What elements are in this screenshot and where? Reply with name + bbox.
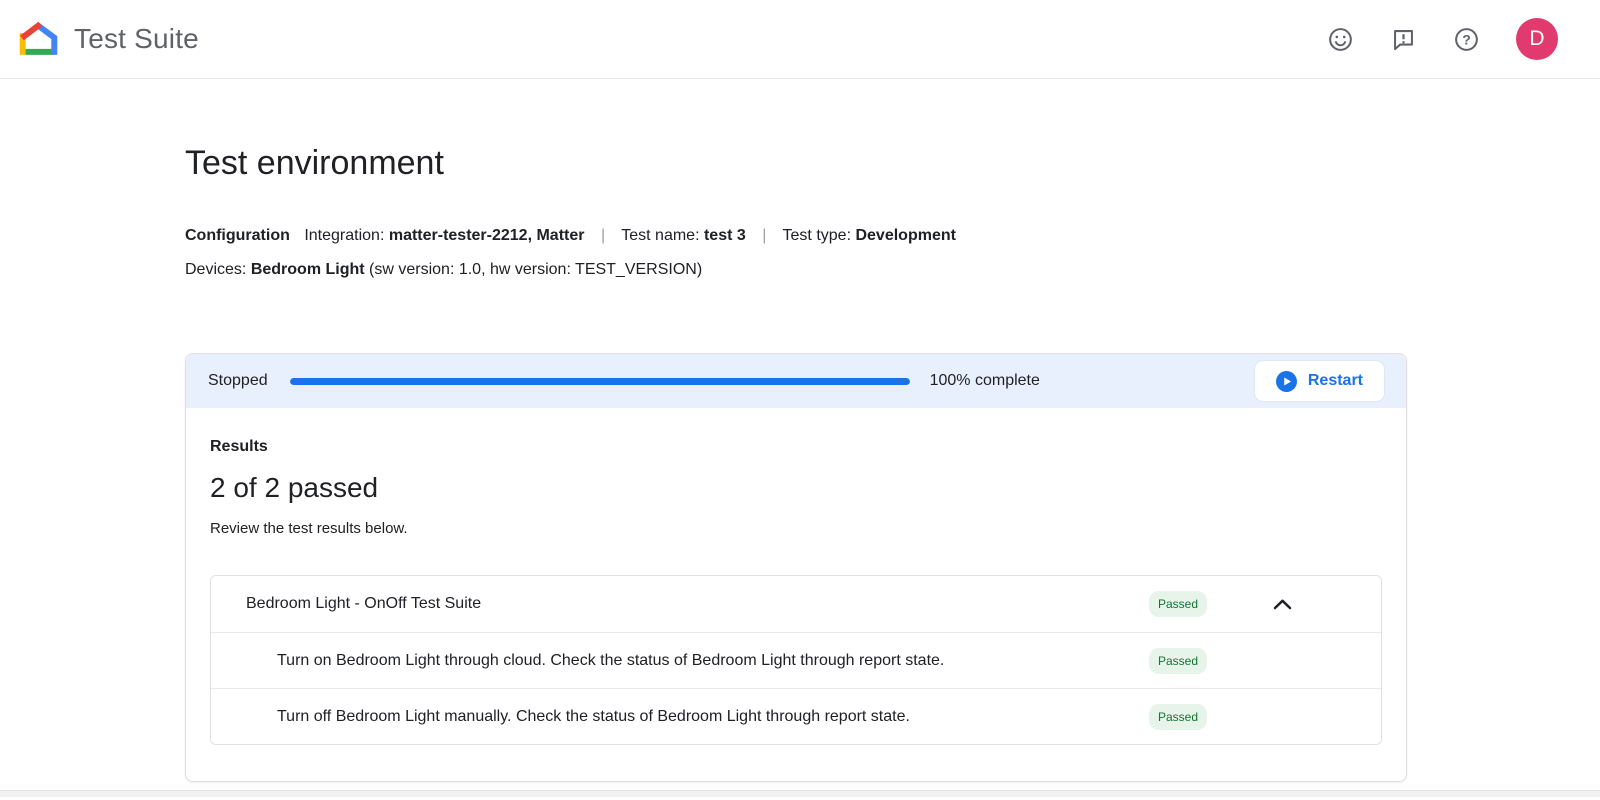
help-icon[interactable]: ? <box>1453 26 1480 53</box>
configuration-label: Configuration <box>185 227 290 244</box>
test-run-card: Stopped 100% complete Restart Results 2 … <box>185 353 1407 782</box>
avatar-initial: D <box>1529 27 1544 51</box>
test-result-row: Turn on Bedroom Light through cloud. Che… <box>211 632 1381 688</box>
brand: Test Suite <box>18 19 199 60</box>
horizontal-scrollbar[interactable] <box>0 790 1600 797</box>
collapse-chevron-up-icon[interactable] <box>1268 594 1297 615</box>
configuration-block: Configuration Integration: matter-tester… <box>185 219 1407 287</box>
integration-label: Integration: <box>304 227 384 244</box>
results-summary: 2 of 2 passed <box>210 472 1382 504</box>
configuration-line-1: Configuration Integration: matter-tester… <box>185 219 1407 253</box>
test-name-label: Test name: <box>621 227 699 244</box>
results-subtitle: Review the test results below. <box>210 520 1382 537</box>
page-title: Test environment <box>185 143 1407 183</box>
test-type-value: Development <box>855 227 955 244</box>
devices-label: Devices: <box>185 261 246 278</box>
header-actions: ? D <box>1327 18 1558 60</box>
separator: | <box>762 227 766 244</box>
restart-button-label: Restart <box>1308 372 1363 390</box>
progress-strip: Stopped 100% complete Restart <box>186 354 1406 408</box>
suite-name: Bedroom Light - OnOff Test Suite <box>235 595 1149 613</box>
results-heading: Results <box>210 438 1382 456</box>
test-result-row: Turn off Bedroom Light manually. Check t… <box>211 688 1381 744</box>
google-home-logo-icon <box>18 19 59 60</box>
test-name-value: test 3 <box>704 227 746 244</box>
send-feedback-icon[interactable] <box>1390 26 1417 53</box>
svg-text:?: ? <box>1462 31 1471 47</box>
suite-row[interactable]: Bedroom Light - OnOff Test Suite Passed <box>211 576 1381 632</box>
results-table: Bedroom Light - OnOff Test Suite Passed … <box>210 575 1382 745</box>
results-section: Results 2 of 2 passed Review the test re… <box>186 408 1406 781</box>
progress-bar <box>290 378 910 385</box>
progress-bar-fill <box>290 378 910 385</box>
configuration-line-2: Devices: Bedroom Light (sw version: 1.0,… <box>185 253 1407 287</box>
user-avatar[interactable]: D <box>1516 18 1558 60</box>
integration-value: matter-tester-2212, Matter <box>389 227 585 244</box>
devices-details: (sw version: 1.0, hw version: TEST_VERSI… <box>369 261 702 278</box>
test-description: Turn off Bedroom Light manually. Check t… <box>235 708 1149 726</box>
app-title: Test Suite <box>74 23 199 55</box>
progress-percent: 100% complete <box>930 372 1040 390</box>
separator: | <box>601 227 605 244</box>
run-status: Stopped <box>208 372 268 390</box>
play-icon <box>1276 371 1297 392</box>
status-badge: Passed <box>1149 648 1207 674</box>
test-type-label: Test type: <box>783 227 851 244</box>
main-content: Test environment Configuration Integrati… <box>185 143 1407 782</box>
status-badge: Passed <box>1149 591 1207 617</box>
mood-feedback-icon[interactable] <box>1327 26 1354 53</box>
devices-value: Bedroom Light <box>251 261 365 278</box>
status-badge: Passed <box>1149 704 1207 730</box>
app-header: Test Suite ? D <box>0 0 1600 79</box>
test-description: Turn on Bedroom Light through cloud. Che… <box>235 652 1149 670</box>
restart-button[interactable]: Restart <box>1255 361 1384 401</box>
